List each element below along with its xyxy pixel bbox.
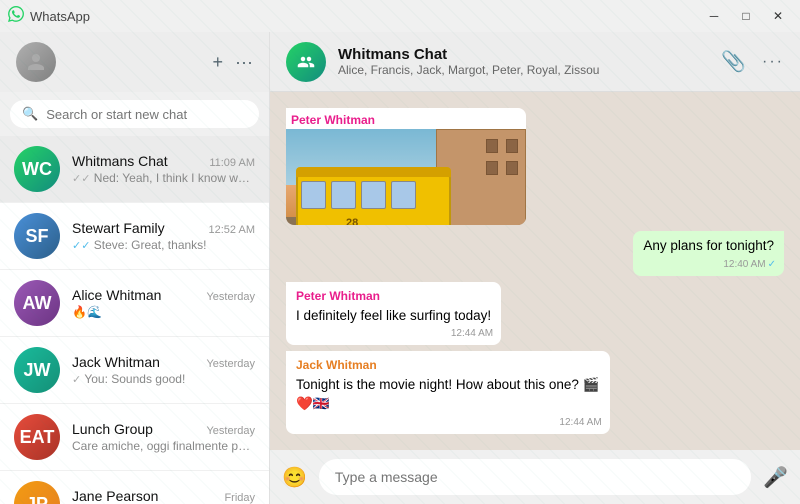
search-input[interactable] xyxy=(46,107,247,122)
chat-avatar: AW xyxy=(14,280,60,326)
title-bar: WhatsApp ─ □ ✕ xyxy=(0,0,800,32)
chat-item-preview: ✓ You: Sounds good! xyxy=(72,372,255,386)
message-4: Jack Whitman Tonight is the movie night!… xyxy=(286,351,610,434)
mic-icon[interactable]: 🎤 xyxy=(763,465,788,490)
sidebar: + ··· 🔍 WC Whitmans Chat 11:09 AM ✓✓ Ned… xyxy=(0,32,270,504)
chat-info: Alice Whitman Yesterday 🔥🌊 xyxy=(72,287,255,319)
chat-info: Jack Whitman Yesterday ✓ You: Sounds goo… xyxy=(72,354,255,386)
chat-item-name: Jack Whitman xyxy=(72,354,160,370)
chat-item-preview: ✓✓ Ned: Yeah, I think I know wha... xyxy=(72,171,255,185)
chat-info: Jane Pearson Friday Nice! I definitely f… xyxy=(72,488,255,504)
message-3: Peter Whitman I definitely feel like sur… xyxy=(286,282,501,346)
chat-item-time: Yesterday xyxy=(206,425,255,437)
chat-list-item[interactable]: AW Alice Whitman Yesterday 🔥🌊 xyxy=(0,270,269,337)
chat-list-item[interactable]: JP Jane Pearson Friday Nice! I definitel… xyxy=(0,471,269,504)
chat-header-avatar xyxy=(286,42,326,82)
msg-time-2: 12:40 AM ✓ xyxy=(723,258,776,272)
chat-avatar: SF xyxy=(14,213,60,259)
chat-info: Lunch Group Yesterday Care amiche, oggi … xyxy=(72,421,255,453)
chat-item-time: 12:52 AM xyxy=(209,224,255,236)
message-2: Any plans for tonight? 12:40 AM ✓ xyxy=(633,231,784,276)
chat-input-area: 😊 🎤 xyxy=(270,450,800,504)
chat-item-name: Stewart Family xyxy=(72,220,165,236)
menu-icon[interactable]: ··· xyxy=(235,52,253,73)
chat-avatar: EAT xyxy=(14,414,60,460)
chat-avatar: JP xyxy=(14,481,60,504)
msg-sender-1: Peter Whitman xyxy=(286,108,526,129)
chat-item-name: Jane Pearson xyxy=(72,488,158,504)
msg-tick-2: ✓ xyxy=(768,258,776,272)
messages-area: Peter Whitman xyxy=(270,92,800,450)
chat-item-time: Yesterday xyxy=(206,358,255,370)
chat-menu-icon[interactable]: ··· xyxy=(762,53,784,71)
chat-info: Whitmans Chat 11:09 AM ✓✓ Ned: Yeah, I t… xyxy=(72,153,255,185)
chat-area: Whitmans Chat Alice, Francis, Jack, Marg… xyxy=(270,32,800,504)
chat-list-item[interactable]: SF Stewart Family 12:52 AM ✓✓ Steve: Gre… xyxy=(0,203,269,270)
chat-item-time: Yesterday xyxy=(206,291,255,303)
chat-item-preview: ✓✓ Steve: Great, thanks! xyxy=(72,238,255,252)
chat-list-item[interactable]: JW Jack Whitman Yesterday ✓ You: Sounds … xyxy=(0,337,269,404)
chat-list-item[interactable]: EAT Lunch Group Yesterday Care amiche, o… xyxy=(0,404,269,471)
chat-info: Stewart Family 12:52 AM ✓✓ Steve: Great,… xyxy=(72,220,255,252)
close-button[interactable]: ✕ xyxy=(764,2,792,30)
chat-name: Whitmans Chat xyxy=(338,46,709,63)
app-container: + ··· 🔍 WC Whitmans Chat 11:09 AM ✓✓ Ned… xyxy=(0,32,800,504)
chat-item-time: Friday xyxy=(224,492,255,504)
chat-item-name: Whitmans Chat xyxy=(72,153,168,169)
minimize-button[interactable]: ─ xyxy=(700,2,728,30)
new-chat-icon[interactable]: + xyxy=(213,52,224,73)
maximize-button[interactable]: □ xyxy=(732,2,760,30)
message-1: Peter Whitman xyxy=(286,108,526,225)
chat-item-preview: 🔥🌊 xyxy=(72,305,255,319)
msg-sender-3: Peter Whitman xyxy=(296,288,491,305)
chat-item-name: Alice Whitman xyxy=(72,287,161,303)
chat-list-item[interactable]: WC Whitmans Chat 11:09 AM ✓✓ Ned: Yeah, … xyxy=(0,136,269,203)
chat-item-name: Lunch Group xyxy=(72,421,153,437)
msg-time-4: 12:44 AM xyxy=(559,416,601,430)
search-bar: 🔍 xyxy=(0,92,269,136)
chat-avatar: JW xyxy=(14,347,60,393)
message-input[interactable] xyxy=(319,459,751,495)
msg-time-3: 12:44 AM xyxy=(451,327,493,341)
app-title: WhatsApp xyxy=(30,9,90,24)
chat-item-time: 11:09 AM xyxy=(209,157,255,169)
msg-sender-4: Jack Whitman xyxy=(296,357,600,374)
user-avatar[interactable] xyxy=(16,42,56,82)
chat-members: Alice, Francis, Jack, Margot, Peter, Roy… xyxy=(338,63,709,77)
chat-header: Whitmans Chat Alice, Francis, Jack, Marg… xyxy=(270,32,800,92)
chat-list: WC Whitmans Chat 11:09 AM ✓✓ Ned: Yeah, … xyxy=(0,136,269,504)
emoji-icon[interactable]: 😊 xyxy=(282,465,307,490)
sidebar-header: + ··· xyxy=(0,32,269,92)
chat-header-info: Whitmans Chat Alice, Francis, Jack, Marg… xyxy=(338,46,709,77)
attach-icon[interactable]: 📎 xyxy=(721,49,746,74)
search-icon: 🔍 xyxy=(22,106,38,122)
chat-avatar: WC xyxy=(14,146,60,192)
chat-item-preview: Care amiche, oggi finalmente posso xyxy=(72,439,255,453)
